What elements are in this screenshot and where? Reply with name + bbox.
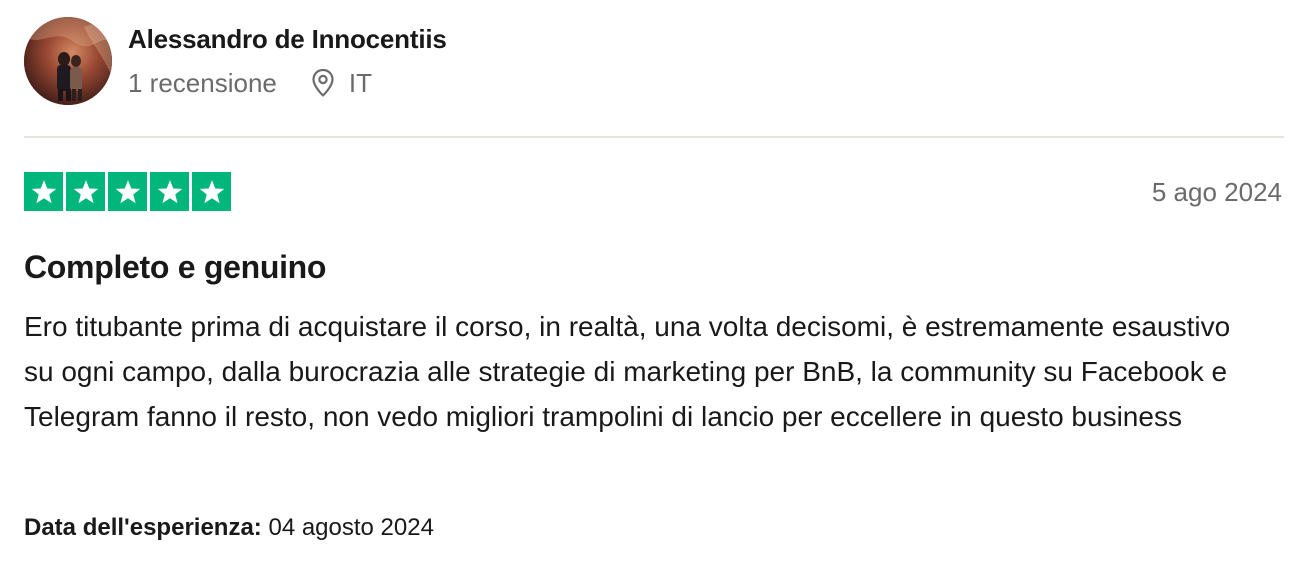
reviewer-country: IT — [348, 68, 372, 98]
review-body: Ero titubante prima di acquistare il cor… — [24, 311, 1231, 432]
avatar[interactable] — [24, 17, 112, 105]
review-date: 5 ago 2024 — [1151, 177, 1282, 207]
divider — [24, 136, 1284, 138]
experience-value: 04 agosto 2024 — [268, 514, 434, 541]
star-icon — [24, 172, 63, 211]
experience-label: Data dell'esperienza: — [24, 514, 262, 541]
reviewer-name[interactable]: Alessandro de Innocentiis — [128, 21, 447, 57]
review-title[interactable]: Completo e genuino — [24, 245, 326, 289]
star-icon — [108, 172, 147, 211]
avatar-photo — [24, 17, 112, 105]
experience-date: Data dell'esperienza: 04 agosto 2024 — [24, 511, 434, 545]
map-pin-icon — [311, 68, 337, 98]
star-rating — [24, 172, 231, 211]
star-icon — [150, 172, 189, 211]
star-icon — [66, 172, 105, 211]
review-count: 1 recensione — [128, 68, 277, 98]
star-icon — [192, 172, 231, 211]
reviewer-header: Alessandro de Innocentiis 1 recensione I… — [24, 17, 447, 107]
reviewer-meta: 1 recensione IT — [128, 65, 447, 101]
